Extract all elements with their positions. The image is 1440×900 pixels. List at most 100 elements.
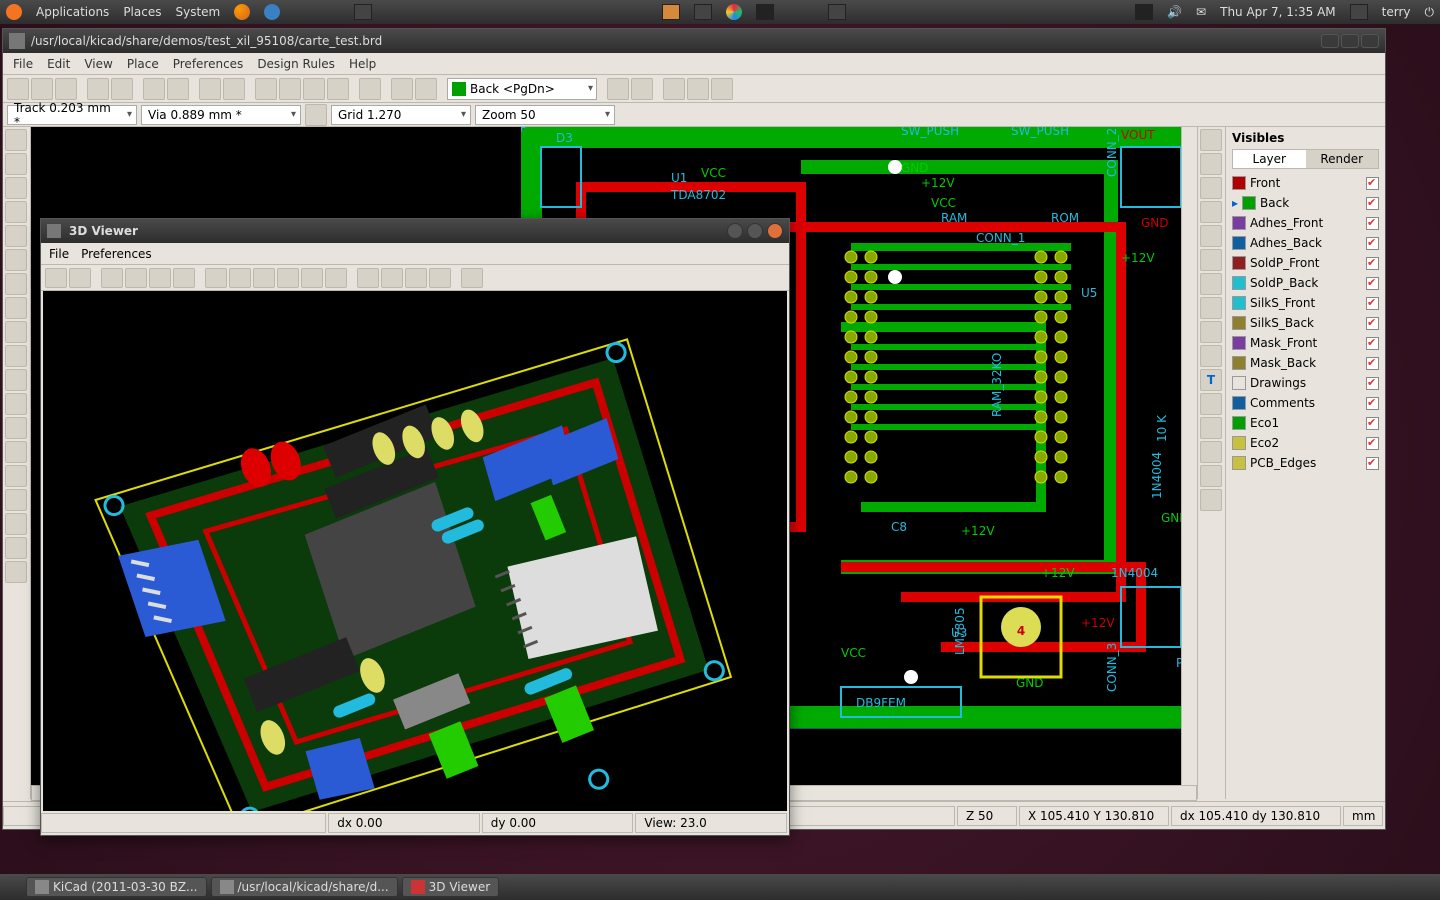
- drc-off-icon[interactable]: [5, 129, 27, 151]
- layer-row-front[interactable]: Front: [1232, 173, 1379, 193]
- add-zone-icon[interactable]: [1200, 249, 1222, 271]
- task-kicad[interactable]: KiCad (2011-03-30 BZ...: [26, 877, 207, 897]
- layer-visible-checkbox[interactable]: [1366, 377, 1379, 390]
- v-roty-neg-icon[interactable]: [253, 268, 275, 288]
- user-icon[interactable]: [1350, 4, 1368, 20]
- layer-visible-checkbox[interactable]: [1366, 197, 1379, 210]
- viewer-menu-file[interactable]: File: [49, 247, 69, 261]
- grid-combo[interactable]: Grid 1.270: [331, 105, 471, 125]
- track-width-combo[interactable]: Track 0.203 mm *: [7, 105, 137, 125]
- maximize-button[interactable]: [1341, 34, 1359, 48]
- menu-help[interactable]: Help: [349, 57, 376, 71]
- zoom-redraw-icon[interactable]: [327, 78, 349, 100]
- mail-icon[interactable]: ✉: [1196, 5, 1206, 19]
- grid-origin-icon[interactable]: [1200, 489, 1222, 511]
- add-target-icon[interactable]: [1200, 417, 1222, 439]
- run-icon[interactable]: [711, 78, 733, 100]
- layer-visible-checkbox[interactable]: [1366, 297, 1379, 310]
- units-mm-icon[interactable]: [5, 225, 27, 247]
- zoom-combo[interactable]: Zoom 50: [475, 105, 615, 125]
- contrast-icon[interactable]: [5, 465, 27, 487]
- v-down-icon[interactable]: [429, 268, 451, 288]
- v-left-icon[interactable]: [357, 268, 379, 288]
- pad-fill-icon[interactable]: [5, 393, 27, 415]
- menu-file[interactable]: File: [13, 57, 33, 71]
- layer-visible-checkbox[interactable]: [1366, 417, 1379, 430]
- grid-toggle-icon[interactable]: [5, 153, 27, 175]
- menu-place[interactable]: Place: [127, 57, 159, 71]
- add-arc-icon[interactable]: [1200, 345, 1222, 367]
- show-zones-icon[interactable]: [5, 345, 27, 367]
- v-right-icon[interactable]: [381, 268, 403, 288]
- add-dimension-icon[interactable]: [1200, 393, 1222, 415]
- v-zoom-out-icon[interactable]: [125, 268, 147, 288]
- v-rotx-pos-icon[interactable]: [229, 268, 251, 288]
- layer-row-soldp_back[interactable]: SoldP_Back: [1232, 273, 1379, 293]
- add-module-icon[interactable]: [1200, 201, 1222, 223]
- menu-preferences[interactable]: Preferences: [173, 57, 244, 71]
- menu-system[interactable]: System: [175, 5, 220, 19]
- script-icon[interactable]: [687, 78, 709, 100]
- calc-icon[interactable]: [694, 4, 712, 20]
- layer-row-eco1[interactable]: Eco1: [1232, 413, 1379, 433]
- local-ratsnest-icon[interactable]: [1200, 177, 1222, 199]
- v-rotz-neg-icon[interactable]: [301, 268, 323, 288]
- power-icon[interactable]: ⏻: [1425, 5, 1435, 20]
- ratsnest-icon[interactable]: [5, 273, 27, 295]
- via-size-combo[interactable]: Via 0.889 mm *: [141, 105, 301, 125]
- layer-row-silks_back[interactable]: SilkS_Back: [1232, 313, 1379, 333]
- delete-icon[interactable]: [1200, 441, 1222, 463]
- undo-icon[interactable]: [143, 78, 165, 100]
- module-icon[interactable]: [111, 78, 133, 100]
- folder-icon[interactable]: [662, 4, 680, 20]
- track-fill-icon[interactable]: [5, 441, 27, 463]
- add-track-icon[interactable]: [1200, 225, 1222, 247]
- add-keepout-icon[interactable]: [1200, 273, 1222, 295]
- tray-icon[interactable]: [828, 4, 846, 20]
- v-roty-pos-icon[interactable]: [277, 268, 299, 288]
- extra-tool-icon[interactable]: [5, 537, 27, 559]
- volume-icon[interactable]: 🔊: [1167, 5, 1182, 19]
- microwave-toolbar-icon[interactable]: [5, 513, 27, 535]
- viewer-titlebar[interactable]: 3D Viewer: [41, 219, 789, 243]
- layer-row-pcb_edges[interactable]: PCB_Edges: [1232, 453, 1379, 473]
- layer-visible-checkbox[interactable]: [1366, 457, 1379, 470]
- v-copy-icon[interactable]: [69, 268, 91, 288]
- page-icon[interactable]: [87, 78, 109, 100]
- vertical-scrollbar[interactable]: [1181, 127, 1197, 785]
- layer-visible-checkbox[interactable]: [1366, 337, 1379, 350]
- layer-row-adhes_front[interactable]: Adhes_Front: [1232, 213, 1379, 233]
- layer-visible-checkbox[interactable]: [1366, 437, 1379, 450]
- redo-icon[interactable]: [167, 78, 189, 100]
- add-line-icon[interactable]: [1200, 297, 1222, 319]
- v-rotx-neg-icon[interactable]: [205, 268, 227, 288]
- layer-row-mask_back[interactable]: Mask_Back: [1232, 353, 1379, 373]
- highlight-net-icon[interactable]: [1200, 153, 1222, 175]
- layer-row-comments[interactable]: Comments: [1232, 393, 1379, 413]
- layer-visible-checkbox[interactable]: [1366, 217, 1379, 230]
- task-pcbnew[interactable]: /usr/local/kicad/share/d...: [211, 877, 398, 897]
- viewer-close-button[interactable]: [767, 223, 783, 239]
- color-wheel-icon[interactable]: [726, 4, 742, 20]
- layer-visible-checkbox[interactable]: [1366, 257, 1379, 270]
- find-icon[interactable]: [359, 78, 381, 100]
- mode-icon-2[interactable]: [631, 78, 653, 100]
- tab-layer[interactable]: Layer: [1233, 150, 1306, 168]
- clock[interactable]: Thu Apr 7, 1:35 AM: [1220, 5, 1336, 19]
- via-fill-icon[interactable]: [5, 417, 27, 439]
- web-icon[interactable]: [663, 78, 685, 100]
- autodel-icon[interactable]: [5, 321, 27, 343]
- terminal-icon[interactable]: [756, 4, 774, 20]
- extra-tool2-icon[interactable]: [5, 561, 27, 583]
- layer-row-drawings[interactable]: Drawings: [1232, 373, 1379, 393]
- layer-visible-checkbox[interactable]: [1366, 177, 1379, 190]
- menu-edit[interactable]: Edit: [47, 57, 70, 71]
- minimize-button[interactable]: [1321, 34, 1339, 48]
- show-zones-outline-icon[interactable]: [5, 369, 27, 391]
- window-titlebar[interactable]: /usr/local/kicad/share/demos/test_xil_95…: [3, 29, 1385, 53]
- help-icon[interactable]: [264, 4, 280, 20]
- close-button[interactable]: [1361, 34, 1379, 48]
- open-icon[interactable]: [31, 78, 53, 100]
- ubuntu-logo-icon[interactable]: [6, 4, 22, 20]
- auto-track-icon[interactable]: [305, 104, 327, 126]
